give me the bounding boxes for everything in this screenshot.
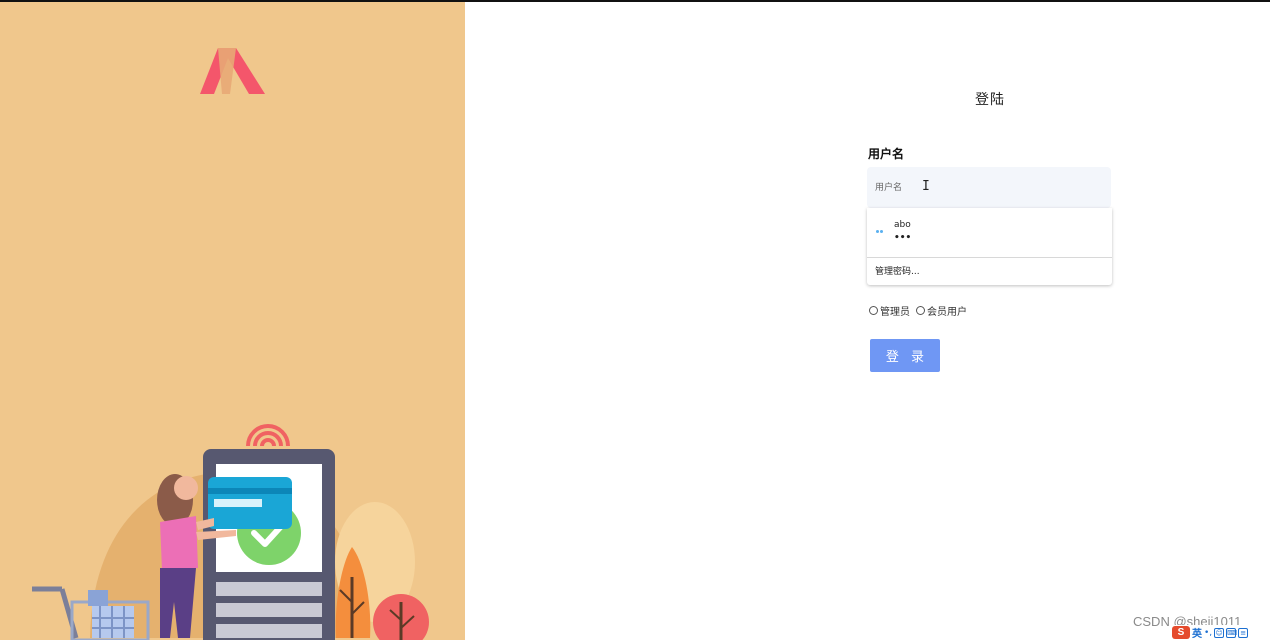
- radio-member[interactable]: [916, 306, 925, 315]
- signal-icon: [246, 424, 290, 447]
- role-option-member[interactable]: 会员用户: [916, 303, 967, 318]
- autofill-username: abo: [894, 220, 911, 230]
- login-title: 登陆: [975, 92, 1005, 108]
- ime-toolbar: S 英 •, ☺ ⌨ ≡: [1172, 625, 1270, 640]
- ime-language-toggle[interactable]: 英: [1192, 625, 1202, 640]
- ime-settings-icon[interactable]: ≡: [1238, 627, 1249, 638]
- radio-admin[interactable]: [869, 306, 878, 315]
- ime-punctuation-icon[interactable]: •,: [1204, 628, 1212, 638]
- ime-emoji-icon[interactable]: ☺: [1214, 627, 1225, 638]
- shopping-illustration: [32, 48, 429, 640]
- ime-keyboard-icon[interactable]: ⌨: [1226, 627, 1237, 638]
- role-option-admin[interactable]: 管理员: [869, 303, 910, 318]
- autofill-dropdown: abo ••• 管理密码...: [867, 208, 1112, 285]
- manage-passwords-link[interactable]: 管理密码...: [875, 264, 920, 277]
- username-input[interactable]: [867, 167, 1111, 208]
- autofill-saved-credential[interactable]: abo •••: [867, 208, 1112, 258]
- key-icon: [876, 229, 886, 235]
- role-selector: 管理员 会员用户: [869, 303, 973, 318]
- role-label-member: 会员用户: [927, 307, 967, 318]
- text-cursor-icon: I: [922, 179, 930, 194]
- brand-logo-icon: [200, 48, 265, 94]
- username-label: 用户名: [868, 147, 905, 161]
- autofill-password-mask: •••: [894, 233, 912, 243]
- credit-card: [208, 477, 292, 529]
- left-illustration-panel: [0, 2, 465, 640]
- ime-logo-icon[interactable]: S: [1172, 626, 1190, 639]
- login-page: 登陆 用户名 I abo ••• 管理密码... 管理员 会员用户 登 录 CS…: [0, 0, 1270, 640]
- role-label-admin: 管理员: [880, 307, 910, 318]
- login-button[interactable]: 登 录: [870, 339, 940, 372]
